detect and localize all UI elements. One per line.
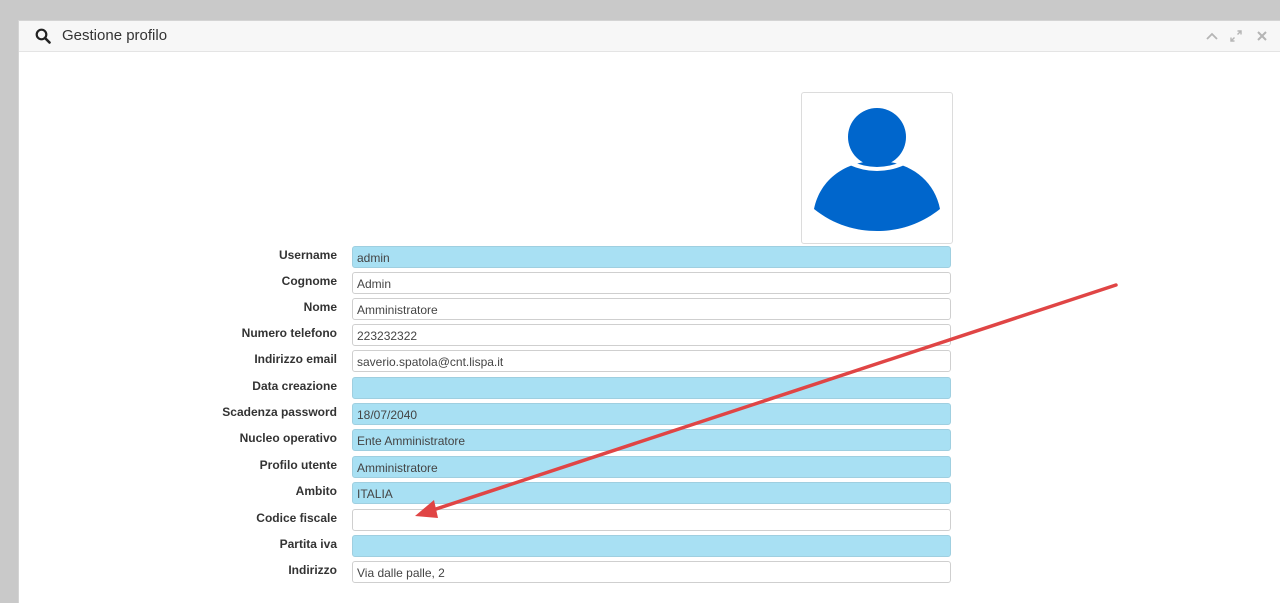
telefono-label: Numero telefono: [241, 326, 337, 340]
field-row-partita-iva: Partita iva: [19, 535, 1280, 557]
field-row-scadenza-password: Scadenza password: [19, 403, 1280, 425]
field-row-ambito: Ambito: [19, 482, 1280, 504]
expand-icon[interactable]: [1229, 29, 1243, 43]
panel-content: Username Cognome Nome Numero telefono In…: [19, 52, 1280, 603]
avatar[interactable]: [801, 92, 953, 244]
indirizzo-field[interactable]: [352, 561, 951, 583]
profilo-utente-label: Profilo utente: [259, 458, 337, 472]
chevron-up-icon[interactable]: [1205, 29, 1219, 43]
email-label: Indirizzo email: [254, 352, 337, 366]
field-row-username: Username: [19, 246, 1280, 268]
search-icon: [35, 28, 51, 44]
codice-fiscale-field[interactable]: [352, 509, 951, 531]
nome-label: Nome: [303, 300, 337, 314]
username-label: Username: [278, 248, 337, 262]
field-row-codice-fiscale: Codice fiscale: [19, 509, 1280, 531]
indirizzo-label: Indirizzo: [288, 563, 337, 577]
field-row-indirizzo: Indirizzo: [19, 561, 1280, 583]
nucleo-operativo-field[interactable]: [352, 429, 951, 451]
close-icon[interactable]: [1255, 29, 1269, 43]
codice-fiscale-label: Codice fiscale: [256, 511, 337, 525]
scadenza-password-field[interactable]: [352, 403, 951, 425]
field-row-nome: Nome: [19, 298, 1280, 320]
field-row-cognome: Cognome: [19, 272, 1280, 294]
cognome-label: Cognome: [281, 274, 337, 288]
telefono-field[interactable]: [352, 324, 951, 346]
panel-header: Gestione profilo: [19, 21, 1280, 52]
ambito-field[interactable]: [352, 482, 951, 504]
field-row-email: Indirizzo email: [19, 350, 1280, 372]
username-field[interactable]: [352, 246, 951, 268]
profilo-utente-field[interactable]: [352, 456, 951, 478]
data-creazione-label: Data creazione: [252, 379, 337, 393]
field-row-telefono: Numero telefono: [19, 324, 1280, 346]
panel-title: Gestione profilo: [62, 27, 168, 44]
nome-field[interactable]: [352, 298, 951, 320]
email-field[interactable]: [352, 350, 951, 372]
user-icon: [814, 108, 940, 231]
field-row-nucleo-operativo: Nucleo operativo: [19, 429, 1280, 451]
nucleo-operativo-label: Nucleo operativo: [239, 431, 337, 445]
ambito-label: Ambito: [295, 484, 337, 498]
partita-iva-label: Partita iva: [279, 537, 337, 551]
partita-iva-field[interactable]: [352, 535, 951, 557]
data-creazione-field[interactable]: [352, 377, 951, 399]
profile-panel: Gestione profilo Username Co: [18, 20, 1280, 603]
field-row-profilo-utente: Profilo utente: [19, 456, 1280, 478]
field-row-data-creazione: Data creazione: [19, 377, 1280, 399]
cognome-field[interactable]: [352, 272, 951, 294]
scadenza-password-label: Scadenza password: [222, 405, 337, 419]
